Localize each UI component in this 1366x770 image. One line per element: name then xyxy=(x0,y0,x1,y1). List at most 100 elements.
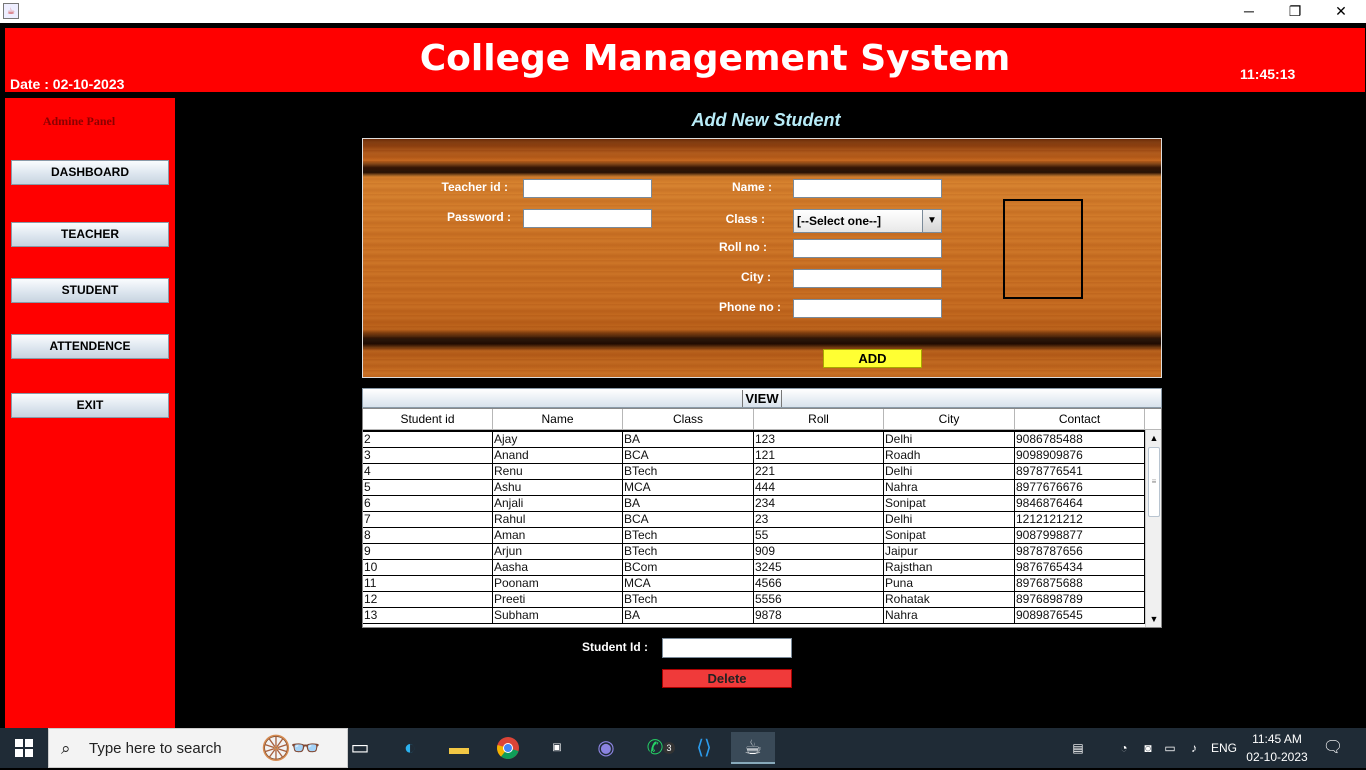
student-button[interactable]: STUDENT xyxy=(11,278,169,303)
table-cell: 55 xyxy=(754,528,884,543)
teacher-id-label: Teacher id : xyxy=(441,180,508,194)
student-id-field[interactable] xyxy=(662,638,792,658)
close-button[interactable]: ✕ xyxy=(1318,0,1364,23)
mysql-icon[interactable]: ▣ xyxy=(535,732,579,764)
table-cell: Nahra xyxy=(884,480,1015,495)
file-explorer-icon[interactable]: ▬ xyxy=(437,732,481,764)
attendence-button[interactable]: ATTENDENCE xyxy=(11,334,169,359)
battery-icon[interactable]: ▭ xyxy=(1160,728,1180,768)
scroll-up-icon[interactable]: ▲ xyxy=(1146,430,1161,446)
tray-time[interactable]: 11:45 AM xyxy=(1244,731,1310,747)
java-taskbar-icon[interactable]: ☕ xyxy=(731,732,775,764)
table-cell: 3245 xyxy=(754,560,884,575)
chrome-icon[interactable] xyxy=(486,732,530,764)
teacher-button[interactable]: TEACHER xyxy=(11,222,169,247)
table-cell: 11 xyxy=(363,576,493,591)
table-cell: 5556 xyxy=(754,592,884,607)
table-scrollbar[interactable]: ▲ ≡ ▼ xyxy=(1145,430,1161,627)
restore-button[interactable]: ❐ xyxy=(1272,0,1318,23)
app-title: College Management System xyxy=(419,38,1011,79)
date-label: Date : 02-10-2023 xyxy=(10,76,125,92)
city-label: City : xyxy=(741,270,771,284)
teacher-id-field[interactable] xyxy=(523,179,652,198)
wifi-icon[interactable]: ◔ xyxy=(1114,728,1134,768)
table-cell: Anjali xyxy=(493,496,623,511)
table-row[interactable]: 2 Ajay BA 123 Delhi 9086785488 xyxy=(363,432,1145,448)
table-cell: 1212121212 xyxy=(1015,512,1145,527)
table-row[interactable]: 10 Aasha BCom 3245 Rajsthan 9876765434 xyxy=(363,560,1145,576)
chrome-logo-icon xyxy=(497,737,519,759)
password-field[interactable] xyxy=(523,209,652,228)
table-cell: Aman xyxy=(493,528,623,543)
table-row[interactable]: 6 Anjali BA 234 Sonipat 9846876464 xyxy=(363,496,1145,512)
table-cell: 9 xyxy=(363,544,493,559)
table-cell: Jaipur xyxy=(884,544,1015,559)
edge-icon[interactable]: ◐ xyxy=(388,732,432,764)
roll-no-field[interactable] xyxy=(793,239,942,258)
table-cell: BTech xyxy=(623,592,754,607)
table-cell: BCom xyxy=(623,560,754,575)
col-class[interactable]: Class xyxy=(623,409,754,430)
city-field[interactable] xyxy=(793,269,942,288)
task-view-icon[interactable]: ▭ xyxy=(338,732,382,764)
table-cell: Arjun xyxy=(493,544,623,559)
table-row[interactable]: 4 Renu BTech 221 Delhi 8978776541 xyxy=(363,464,1145,480)
name-field[interactable] xyxy=(793,179,942,198)
volume-icon[interactable]: ♪ xyxy=(1184,728,1204,768)
table-cell: BA xyxy=(623,608,754,623)
whatsapp-icon[interactable]: ✆ 3 xyxy=(633,732,677,764)
table-cell: 23 xyxy=(754,512,884,527)
photo-placeholder xyxy=(1003,199,1083,299)
scroll-down-icon[interactable]: ▼ xyxy=(1146,611,1161,627)
table-cell: 8977676676 xyxy=(1015,480,1145,495)
table-cell: 909 xyxy=(754,544,884,559)
table-cell: Rajsthan xyxy=(884,560,1015,575)
table-row[interactable]: 7 Rahul BCA 23 Delhi 1212121212 xyxy=(363,512,1145,528)
add-button[interactable]: ADD xyxy=(823,349,922,368)
class-select[interactable]: [--Select one--] ▼ xyxy=(793,209,942,233)
table-cell: Roadh xyxy=(884,448,1015,463)
table-cell: 3 xyxy=(363,448,493,463)
start-button[interactable] xyxy=(0,728,48,768)
delete-button[interactable]: Delete xyxy=(662,669,792,688)
tray-date[interactable]: 02-10-2023 xyxy=(1244,749,1310,765)
table-row[interactable]: 9 Arjun BTech 909 Jaipur 9878787656 xyxy=(363,544,1145,560)
table-row[interactable]: 12 Preeti BTech 5556 Rohatak 8976898789 xyxy=(363,592,1145,608)
exit-button[interactable]: EXIT xyxy=(11,393,169,418)
col-student-id[interactable]: Student id xyxy=(363,409,493,430)
table-row[interactable]: 11 Poonam MCA 4566 Puna 8976875688 xyxy=(363,576,1145,592)
table-cell: BCA xyxy=(623,448,754,463)
news-widget-icon[interactable]: ▤ xyxy=(1064,728,1092,768)
table-cell: Rahul xyxy=(493,512,623,527)
taskbar-search-box[interactable]: ⌕ Type here to search 🛞👓 xyxy=(48,728,348,768)
col-roll[interactable]: Roll xyxy=(754,409,884,430)
table-cell: MCA xyxy=(623,576,754,591)
table-cell: Renu xyxy=(493,464,623,479)
class-select-value: [--Select one--] xyxy=(797,214,881,228)
col-contact[interactable]: Contact xyxy=(1015,409,1145,430)
phone-no-field[interactable] xyxy=(793,299,942,318)
table-cell: 8 xyxy=(363,528,493,543)
student-table[interactable]: Student id Name Class Roll City Contact … xyxy=(362,408,1162,628)
col-city[interactable]: City xyxy=(884,409,1015,430)
language-indicator[interactable]: ENG xyxy=(1208,728,1240,768)
table-row[interactable]: 13 Subham BA 9878 Nahra 9089876545 xyxy=(363,608,1145,624)
notifications-icon[interactable]: 🗨 xyxy=(1320,728,1346,768)
chevron-down-icon[interactable]: ▼ xyxy=(922,210,941,232)
col-name[interactable]: Name xyxy=(493,409,623,430)
search-icon: ⌕ xyxy=(61,739,71,758)
table-row[interactable]: 5 Ashu MCA 444 Nahra 8977676676 xyxy=(363,480,1145,496)
camera-icon[interactable]: ◙ xyxy=(1138,728,1158,768)
scroll-thumb[interactable]: ≡ xyxy=(1148,447,1160,517)
add-student-form: Teacher id : Password : Name : Class : [… xyxy=(362,138,1162,378)
vscode-icon[interactable]: ⟨⟩ xyxy=(682,732,726,764)
eclipse-icon[interactable]: ◉ xyxy=(584,732,628,764)
minimize-button[interactable]: ─ xyxy=(1226,0,1272,23)
table-row[interactable]: 8 Aman BTech 55 Sonipat 9087998877 xyxy=(363,528,1145,544)
whatsapp-badge: 3 xyxy=(663,742,675,754)
admin-panel-label: Admine Panel xyxy=(42,114,116,128)
table-corner xyxy=(1145,409,1161,430)
table-row[interactable]: 3 Anand BCA 121 Roadh 9098909876 xyxy=(363,448,1145,464)
table-cell: Delhi xyxy=(884,512,1015,527)
dashboard-button[interactable]: DASHBOARD xyxy=(11,160,169,185)
